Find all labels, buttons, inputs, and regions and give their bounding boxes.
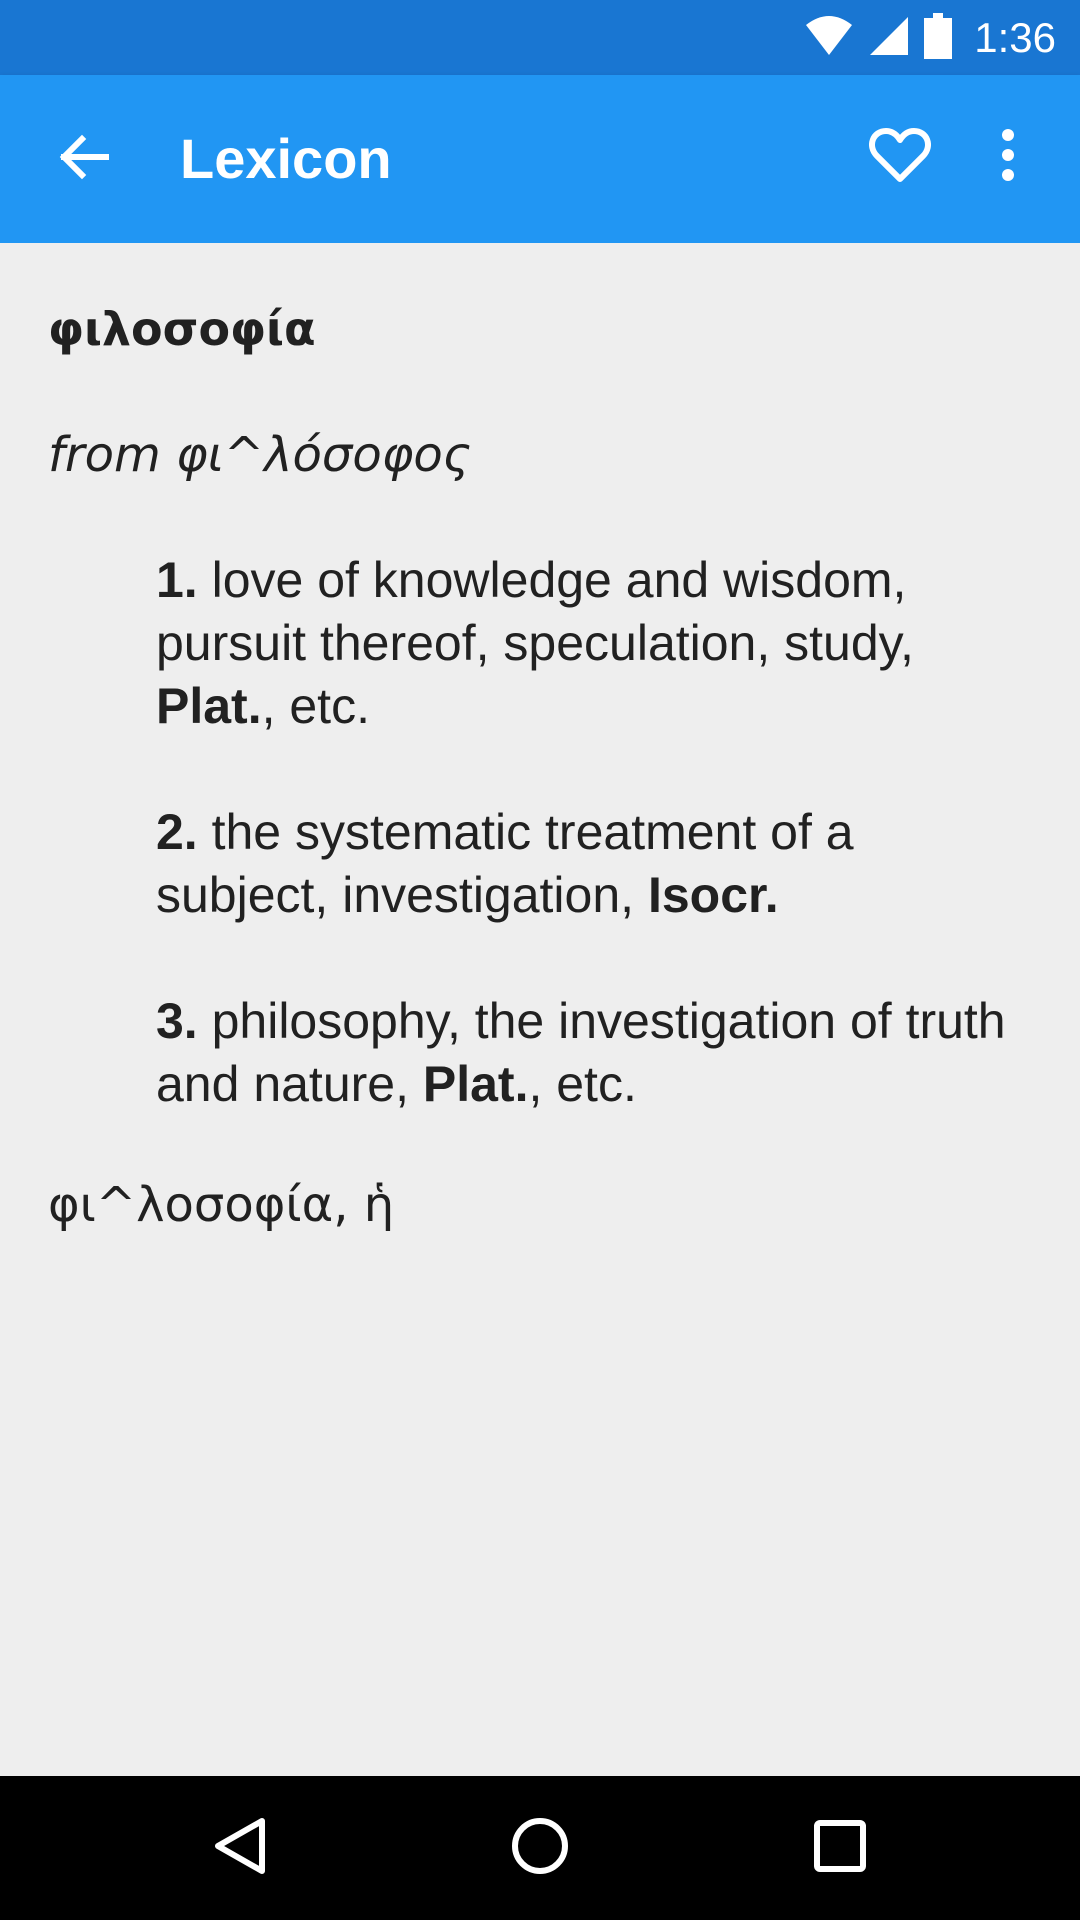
senses-list: 1. love of knowledge and wisdom, pursuit… (156, 549, 1036, 1179)
sense-reference: Plat. (156, 678, 262, 734)
back-button[interactable] (42, 117, 126, 201)
navigation-bar (0, 1776, 1080, 1920)
sense-item: 1. love of knowledge and wisdom, pursuit… (156, 549, 1036, 738)
entry-content: φιλοσοφία from φι^λόσοφος 1. love of kno… (0, 243, 1080, 1776)
more-vert-icon (1000, 129, 1016, 185)
signal-icon (868, 15, 910, 61)
battery-icon (924, 12, 953, 63)
sense-text: love of knowledge and wisdom, pursuit th… (156, 552, 914, 671)
favorite-button[interactable] (858, 115, 942, 199)
sense-tail: , etc. (261, 678, 370, 734)
app-title: Lexicon (180, 127, 392, 190)
sense-number: 1. (156, 552, 198, 608)
arrow-back-icon (58, 131, 110, 187)
app-bar: Lexicon (0, 75, 1080, 243)
nav-home-button[interactable] (500, 1808, 580, 1888)
back-triangle-icon (212, 1816, 268, 1880)
status-time: 1:36 (974, 13, 1056, 61)
recents-square-icon (813, 1819, 867, 1877)
status-icons: 1:36 (804, 0, 1056, 75)
etymology: from φι^λόσοφος (48, 427, 471, 483)
status-bar: 1:36 (0, 0, 1080, 75)
lemma-line: φι^λοσοφία, ἡ (48, 1177, 395, 1233)
sense-item: 2. the systematic treatment of a subject… (156, 801, 1036, 927)
nav-recents-button[interactable] (800, 1808, 880, 1888)
sense-item: 3. philosophy, the investigation of trut… (156, 990, 1036, 1116)
more-options-button[interactable] (968, 115, 1048, 199)
nav-back-button[interactable] (200, 1808, 280, 1888)
wifi-icon (804, 15, 854, 61)
sense-tail: , etc. (528, 1056, 637, 1112)
home-circle-icon (510, 1816, 570, 1880)
headword: φιλοσοφία (48, 302, 316, 356)
sense-number: 2. (156, 804, 198, 860)
sense-reference: Plat. (422, 1056, 529, 1112)
heart-outline-icon (869, 127, 931, 187)
sense-reference: Isocr. (647, 867, 779, 923)
sense-number: 3. (156, 993, 198, 1049)
